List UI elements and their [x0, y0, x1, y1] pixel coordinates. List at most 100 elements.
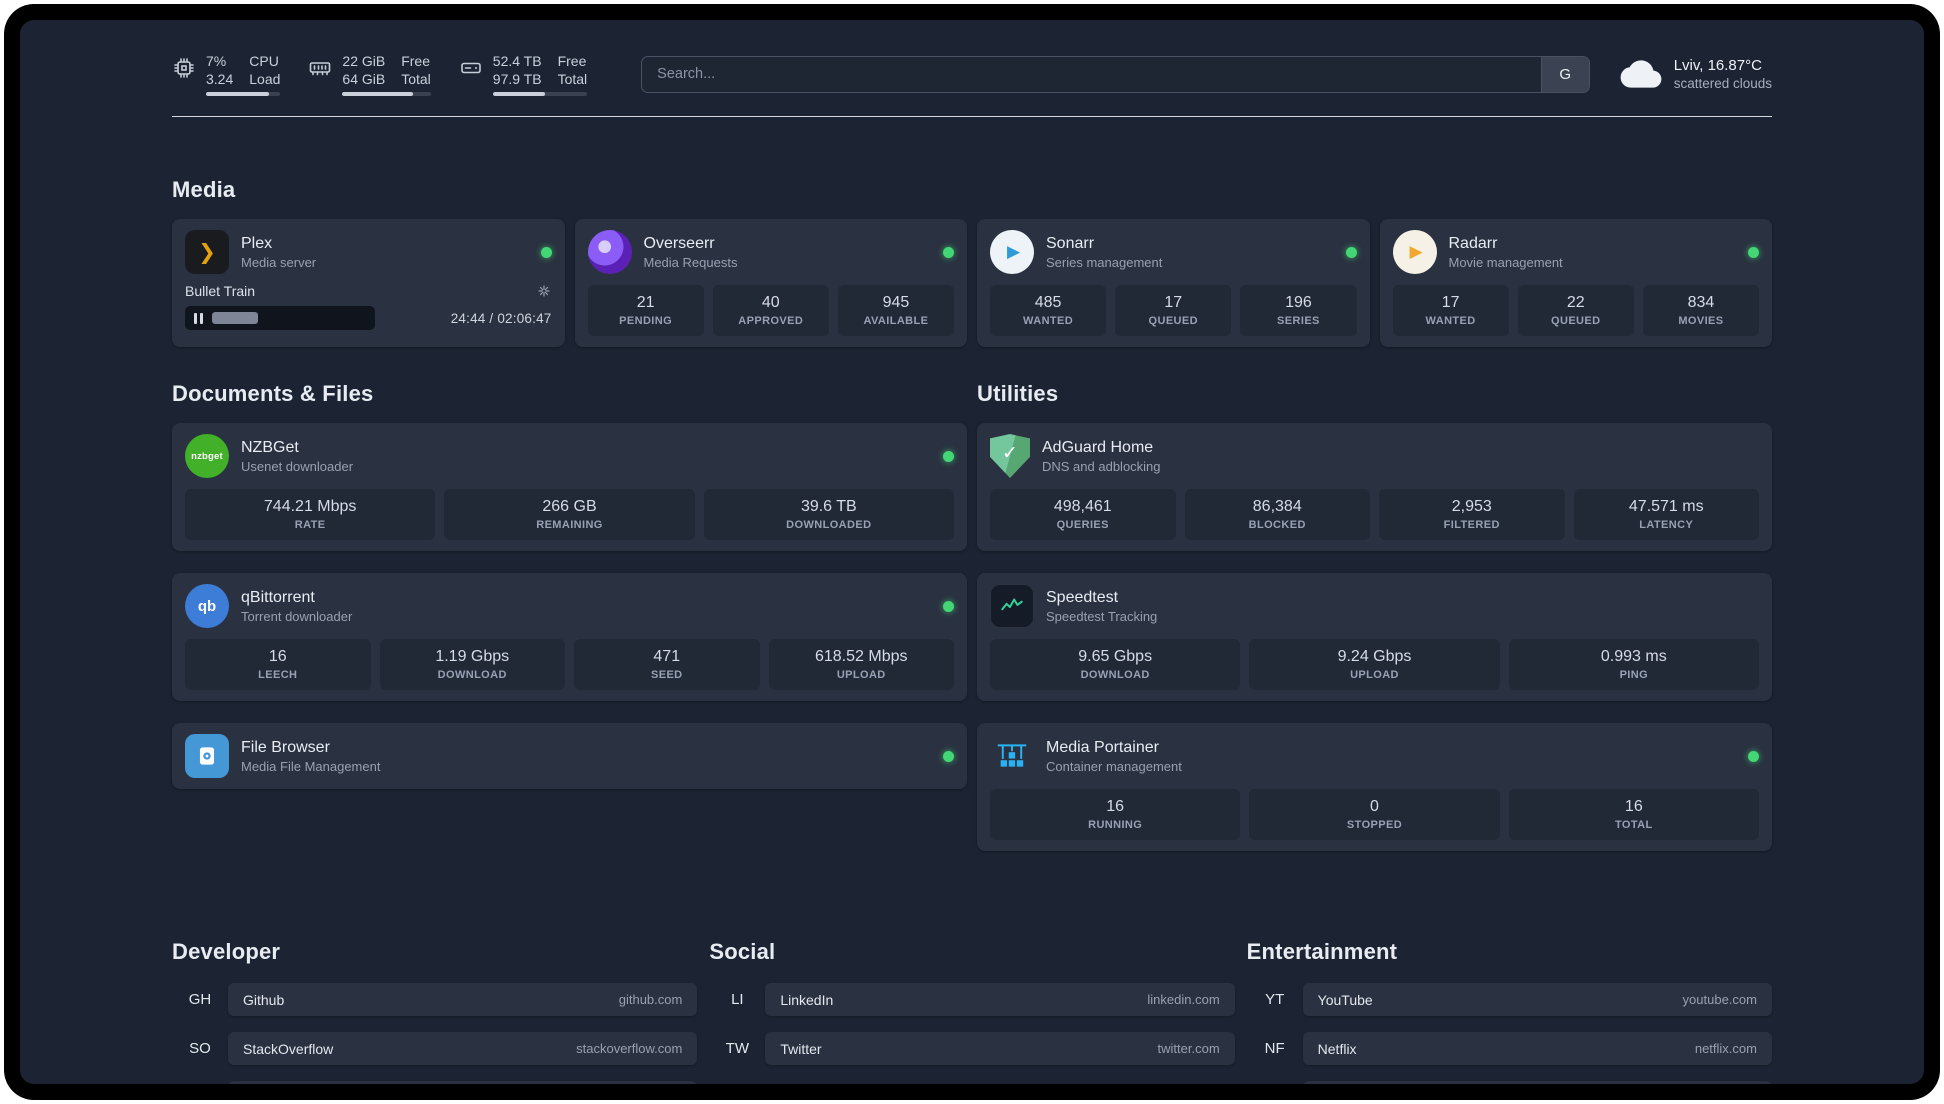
bookmark-name: StackOverflow — [243, 1040, 334, 1057]
service-name: AdGuard Home — [1042, 438, 1154, 456]
utilities-column: Utilities ✓ AdGuard Home DNS and adblock… — [977, 381, 1772, 873]
status-dot — [943, 750, 954, 762]
stat-label: WANTED — [1425, 315, 1476, 327]
filebrowser-icon — [185, 734, 229, 778]
search-input[interactable] — [642, 56, 1541, 92]
bookmark-youtube[interactable]: YT YouTube youtube.com — [1247, 983, 1772, 1016]
stat-value: 0.993 ms — [1600, 648, 1667, 665]
stat-tile: 834 MOVIES — [1642, 285, 1760, 336]
stat-value: 9.65 Gbps — [1078, 648, 1153, 665]
bookmark-domain: linkedin.com — [1147, 992, 1220, 1007]
service-subtitle: Speedtest Tracking — [1046, 608, 1158, 624]
service-card-qbittorrent[interactable]: qb qBittorrent Torrent downloader 16 LEE… — [172, 573, 967, 701]
section-title-utilities: Utilities — [977, 381, 1059, 406]
bookmark-stackoverflow[interactable]: SO StackOverflow stackoverflow.com — [172, 1032, 698, 1065]
pause-icon[interactable] — [194, 312, 203, 324]
speedtest-icon — [990, 584, 1034, 628]
cpu-label-bottom: Load — [249, 70, 281, 87]
stat-value: 17 — [1441, 294, 1460, 311]
bookmark-reddit[interactable]: RE Reddit reddit.com — [1247, 1081, 1772, 1084]
stat-value: 485 — [1034, 294, 1062, 311]
cpu-widget: 7% 3.24 CPU Load — [172, 53, 281, 96]
stat-tile: 1.19 Gbps DOWNLOAD — [379, 639, 565, 690]
search-bar: G — [641, 55, 1590, 93]
stat-tile: 40 APPROVED — [712, 285, 829, 336]
stat-value: 16 — [1106, 798, 1125, 815]
radarr-icon: ▶ — [1392, 230, 1437, 274]
service-card-adguard[interactable]: ✓ AdGuard Home DNS and adblocking 498,46… — [977, 423, 1772, 551]
stat-tile: 17 WANTED — [1392, 285, 1509, 336]
topbar: 7% 3.24 CPU Load 22 GiB 64 GiB Free Tota… — [172, 50, 1772, 98]
memory-free-value: 22 GiB — [342, 52, 386, 69]
service-name: Plex — [241, 234, 273, 252]
stat-tile: 16 TOTAL — [1508, 789, 1759, 840]
stat-tile: 0 STOPPED — [1249, 789, 1500, 840]
service-name: qBittorrent — [241, 588, 315, 606]
stat-value: 834 — [1687, 294, 1715, 311]
disk-usage-bar — [492, 91, 588, 96]
bookmark-linkedin[interactable]: LI LinkedIn linkedin.com — [709, 983, 1235, 1016]
bookmarks-social: Social LI LinkedIn linkedin.com TW Twitt… — [709, 939, 1235, 1084]
stat-tile: 17 QUEUED — [1115, 285, 1232, 336]
stat-label: MOVIES — [1678, 315, 1724, 327]
service-card-nzbget[interactable]: nzbget NZBGet Usenet downloader 744.21 M… — [172, 423, 967, 551]
service-subtitle: Torrent downloader — [241, 608, 353, 624]
seek-bar[interactable] — [185, 306, 375, 330]
service-card-radarr[interactable]: ▶ Radarr Movie management 17 WANTED 22 Q… — [1379, 219, 1772, 347]
stat-label: AVAILABLE — [863, 315, 929, 327]
disk-icon — [459, 56, 483, 80]
stat-value: 39.6 TB — [800, 498, 857, 515]
service-subtitle: Usenet downloader — [241, 458, 354, 474]
stat-tile: 22 QUEUED — [1517, 285, 1634, 336]
stat-value: 9.24 Gbps — [1337, 648, 1412, 665]
stat-tile: 196 SERIES — [1240, 285, 1357, 336]
stat-label: QUERIES — [1056, 519, 1109, 531]
service-card-sonarr[interactable]: ▶ Sonarr Series management 485 WANTED 17… — [977, 219, 1370, 347]
status-dot — [943, 600, 954, 612]
stat-tile: 498,461 QUERIES — [990, 489, 1176, 540]
stat-tile: 0.993 ms PING — [1508, 639, 1759, 690]
service-card-filebrowser[interactable]: File Browser Media File Management — [172, 723, 967, 789]
service-card-plex[interactable]: ❯ Plex Media server Bullet Train 24:44 /… — [172, 219, 565, 347]
service-card-portainer[interactable]: Media Portainer Container management 16 … — [977, 723, 1772, 851]
now-playing-title: Bullet Train — [185, 283, 256, 299]
service-card-speedtest[interactable]: Speedtest Speedtest Tracking 9.65 Gbps D… — [977, 573, 1772, 701]
stat-value: 1.19 Gbps — [435, 648, 510, 665]
bookmark-abbr: LI — [731, 991, 744, 1008]
stat-label: UPLOAD — [1350, 669, 1399, 681]
stat-label: DOWNLOAD — [437, 669, 507, 681]
disk-widget: 52.4 TB 97.9 TB Free Total — [459, 53, 588, 96]
stat-tile: 471 SEED — [574, 639, 760, 690]
bookmark-twitter[interactable]: TW Twitter twitter.com — [709, 1032, 1235, 1065]
gear-icon[interactable] — [536, 283, 552, 299]
seek-fill — [212, 312, 259, 324]
stat-label: WANTED — [1023, 315, 1074, 327]
service-card-overseerr[interactable]: Overseerr Media Requests 21 PENDING 40 A… — [574, 219, 967, 347]
stat-label: QUEUED — [1551, 315, 1601, 327]
memory-widget: 22 GiB 64 GiB Free Total — [308, 52, 431, 96]
memory-icon — [308, 56, 332, 80]
service-name: NZBGet — [241, 438, 299, 456]
bookmark-dev[interactable]: DT DEV dev.to — [172, 1081, 698, 1084]
bookmark-abbr: SO — [189, 1040, 211, 1057]
stat-label: FILTERED — [1443, 519, 1500, 531]
search-provider-button[interactable]: G — [1540, 56, 1589, 92]
nzbget-icon: nzbget — [185, 434, 229, 478]
cpu-icon — [172, 56, 196, 80]
bookmark-github[interactable]: GH Github github.com — [172, 983, 698, 1016]
disk-usage-bar-fill — [492, 91, 545, 96]
service-subtitle: DNS and adblocking — [1042, 458, 1161, 474]
qbittorrent-icon: qb — [185, 584, 229, 628]
bookmark-netflix[interactable]: NF Netflix netflix.com — [1247, 1032, 1772, 1065]
service-subtitle: Series management — [1046, 254, 1163, 270]
stat-label: APPROVED — [738, 315, 804, 327]
now-playing-widget: Bullet Train 24:44 / 02:06:47 — [185, 283, 552, 330]
stat-value: 618.52 Mbps — [814, 648, 908, 665]
portainer-icon — [990, 734, 1034, 778]
service-subtitle: Media Requests — [643, 254, 738, 270]
stat-value: 744.21 Mbps — [263, 498, 357, 515]
media-grid: ❯ Plex Media server Bullet Train 24:44 /… — [172, 219, 1772, 347]
topbar-divider — [172, 116, 1772, 117]
service-name: Media Portainer — [1046, 738, 1159, 756]
stat-tile: 744.21 Mbps RATE — [185, 489, 436, 540]
